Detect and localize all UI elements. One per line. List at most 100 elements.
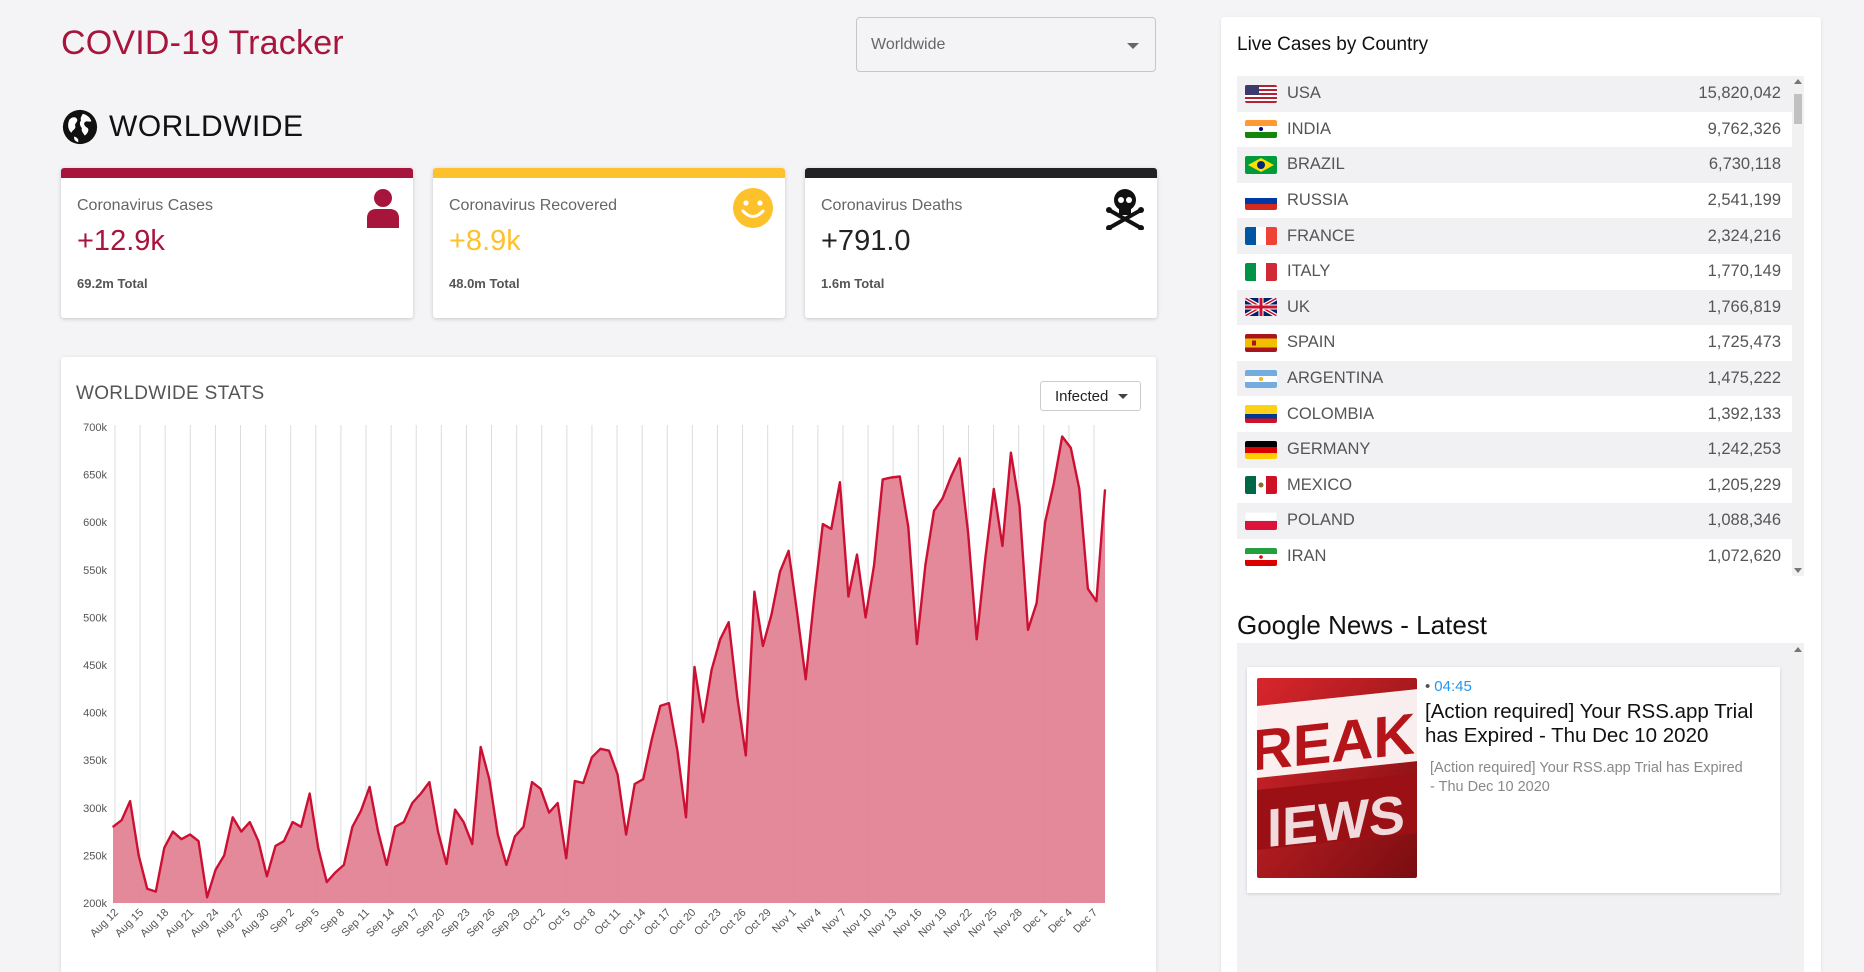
- scroll-up-icon[interactable]: [1794, 647, 1802, 652]
- chart-point: [368, 786, 371, 788]
- country-row[interactable]: ITALY 1,770,149: [1237, 254, 1804, 290]
- country-cases: 1,770,149: [1707, 262, 1781, 281]
- chart-point: [274, 845, 277, 847]
- chart-point: [266, 875, 268, 878]
- country-name: IRAN: [1287, 547, 1327, 566]
- country-row[interactable]: POLAND 1,088,346: [1237, 503, 1804, 539]
- country-cases: 6,730,118: [1708, 155, 1781, 174]
- chart-point: [898, 475, 901, 478]
- country-row[interactable]: ARGENTINA 1,475,222: [1237, 360, 1804, 397]
- ir-flag-icon: [1245, 547, 1277, 566]
- chart-point: [787, 549, 790, 552]
- worldwide-stats-panel: WORLDWIDE STATS Infected 200k 250k 300k 350…: [61, 357, 1156, 972]
- chart-point: [197, 840, 200, 842]
- chart-point: [625, 833, 627, 836]
- chart-point: [941, 497, 944, 500]
- deaths-card[interactable]: Coronavirus Deaths +791.0 1.6m Total: [805, 168, 1157, 318]
- card-accent-bar: [805, 168, 1157, 178]
- chart-point: [856, 553, 858, 556]
- table-scrollbar[interactable]: [1792, 76, 1804, 576]
- country-row[interactable]: FRANCE 2,324,216: [1237, 218, 1804, 254]
- country-cases: 1,725,473: [1707, 333, 1781, 352]
- country-row[interactable]: BRAZIL 6,730,118: [1237, 147, 1804, 183]
- chart-point: [642, 778, 645, 781]
- country-name: UK: [1287, 297, 1310, 316]
- chart-point: [385, 864, 388, 866]
- chart-point: [958, 457, 961, 460]
- it-flag-icon: [1245, 262, 1277, 281]
- chart-point: [591, 756, 593, 759]
- scroll-down-icon[interactable]: [1794, 568, 1802, 573]
- news-description: [Action required] Your RSS.app Trial has…: [1430, 760, 1743, 795]
- chart-point: [693, 666, 696, 668]
- scroll-up-icon[interactable]: [1794, 79, 1802, 84]
- news-feed[interactable]: REAKI IEWS 04:45 [Action required] Your …: [1237, 643, 1804, 972]
- chart-point: [907, 526, 910, 528]
- country-row[interactable]: MEXICO 1,205,229: [1237, 468, 1804, 504]
- x-tick-label: Oct 14: [617, 907, 648, 938]
- x-tick-label: Oct 2: [521, 907, 548, 934]
- country-row[interactable]: GERMANY 1,242,253: [1237, 431, 1804, 468]
- chart-point: [479, 746, 482, 748]
- country-row[interactable]: INDIA 9,762,326: [1237, 112, 1804, 148]
- chart-point: [437, 830, 439, 833]
- chart-point: [633, 783, 636, 785]
- country-row[interactable]: IRAN 1,072,620: [1237, 539, 1804, 575]
- chart-point: [214, 868, 217, 871]
- country-name: POLAND: [1287, 511, 1355, 530]
- news-headline[interactable]: [Action required] Your RSS.app Trial has…: [1425, 700, 1775, 748]
- chart-point: [1069, 447, 1072, 449]
- card-total: 48.0m Total: [449, 276, 520, 291]
- country-cases: 2,324,216: [1707, 226, 1781, 245]
- chart-point: [890, 476, 893, 479]
- chart-point: [402, 821, 405, 823]
- country-row[interactable]: COLOMBIA 1,392,133: [1237, 396, 1804, 432]
- country-table[interactable]: USA 15,820,042 INDIA 9,762,326 BRAZIL 6,730,1…: [1237, 76, 1804, 576]
- x-tick-label: Nov 1: [770, 907, 799, 936]
- country-row[interactable]: UK 1,766,819: [1237, 289, 1804, 326]
- country-row[interactable]: RUSSIA 2,541,199: [1237, 183, 1804, 219]
- news-card[interactable]: REAKI IEWS 04:45 [Action required] Your …: [1247, 667, 1780, 893]
- chart-point: [163, 846, 166, 849]
- chart-point: [325, 881, 328, 883]
- country-row[interactable]: SPAIN 1,725,473: [1237, 325, 1804, 361]
- country-rows: USA 15,820,042 INDIA 9,762,326 BRAZIL 6,730,1…: [1237, 76, 1804, 574]
- country-cases: 1,088,346: [1707, 511, 1781, 530]
- chart-point: [710, 668, 713, 671]
- chart-point: [300, 826, 302, 828]
- news-thumbnail[interactable]: REAKI IEWS: [1257, 678, 1417, 878]
- news-scrollbar[interactable]: [1792, 643, 1804, 972]
- chart-point: [334, 871, 337, 874]
- chart-point: [1104, 489, 1106, 491]
- chart-point: [873, 564, 875, 566]
- chart-point: [462, 821, 465, 823]
- country-row[interactable]: USA 15,820,042: [1237, 76, 1804, 112]
- chart-point: [522, 826, 525, 828]
- country-cases: 1,475,222: [1707, 369, 1781, 388]
- chart-point: [1044, 521, 1046, 523]
- chart-point: [924, 564, 927, 566]
- card-accent-bar: [433, 168, 785, 178]
- country-name: MEXICO: [1287, 475, 1353, 494]
- fr-flag-icon: [1245, 227, 1277, 246]
- x-tick-label: Sep 5: [293, 907, 322, 936]
- chart-point: [1027, 628, 1029, 631]
- chart-point: [377, 830, 379, 833]
- chart-point: [950, 475, 952, 478]
- chart-point: [420, 792, 422, 795]
- worldwide-line-chart[interactable]: 200k 250k 300k 350k 400k 450k 500k 550k 600k 650k…: [61, 357, 1156, 972]
- country-cases: 2,541,199: [1707, 191, 1781, 210]
- chart-point: [539, 787, 542, 790]
- chart-point: [1078, 488, 1081, 490]
- y-tick-label: 500k: [83, 612, 107, 624]
- country-select[interactable]: Worldwide: [856, 17, 1156, 72]
- chart-point: [608, 749, 610, 752]
- chart-point: [531, 781, 533, 783]
- cases-card[interactable]: Coronavirus Cases +12.9k 69.2m Total: [61, 168, 413, 318]
- recovered-card[interactable]: Coronavirus Recovered +8.9k 48.0m Total: [433, 168, 785, 318]
- x-tick-label: Oct 26: [717, 907, 748, 938]
- scrollbar-thumb[interactable]: [1794, 94, 1802, 124]
- x-tick-label: Oct 20: [667, 907, 698, 938]
- y-tick-label: 650k: [83, 470, 107, 482]
- country-name: ARGENTINA: [1287, 369, 1384, 388]
